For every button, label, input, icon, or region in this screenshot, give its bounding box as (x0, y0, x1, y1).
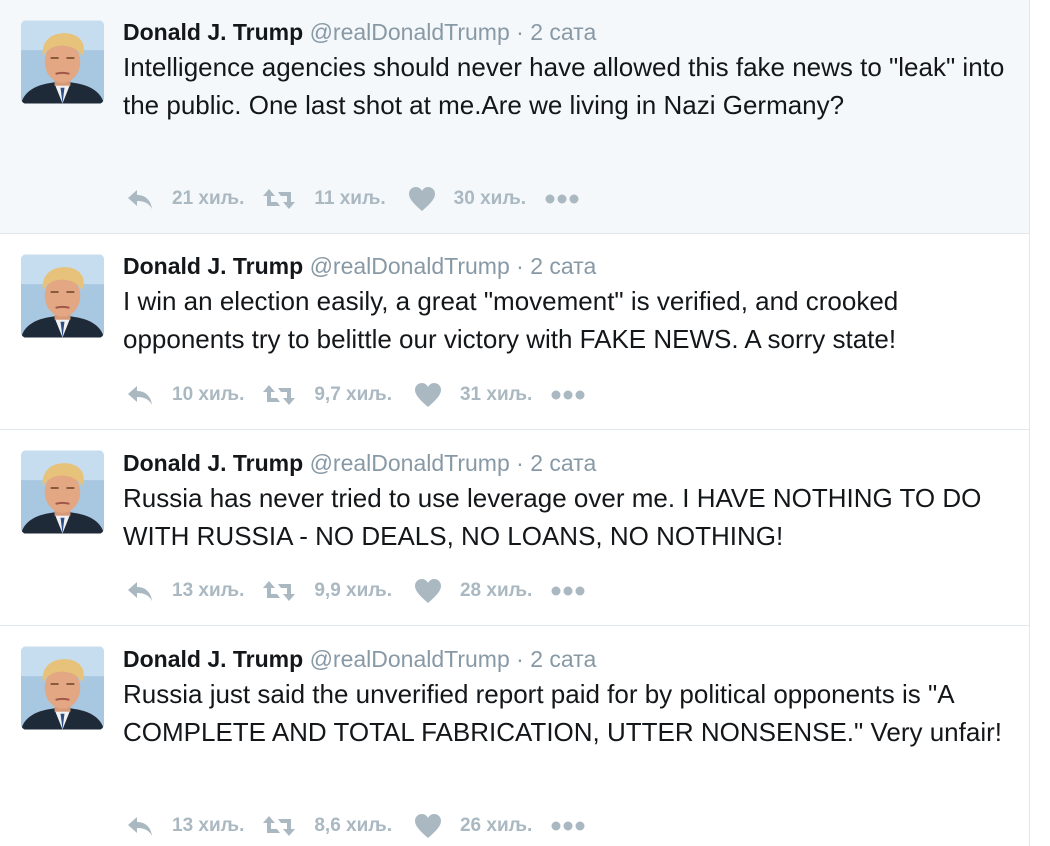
more-button[interactable] (550, 389, 586, 401)
separator: · (516, 646, 524, 672)
retweet-button[interactable]: 8,6 хиљ. (262, 814, 392, 838)
tweet[interactable]: Donald J. Trump @realDonaldTrump · 2 сат… (0, 626, 1029, 846)
retweet-button[interactable]: 11 хиљ. (262, 187, 386, 211)
timestamp[interactable]: 2 сата (530, 253, 596, 279)
tweet-header: Donald J. Trump @realDonaldTrump · 2 сат… (123, 253, 596, 279)
fullname[interactable]: Donald J. Trump (123, 450, 303, 476)
reply-count: 13 хиљ. (172, 815, 245, 836)
reply-button[interactable]: 10 хиљ. (126, 383, 244, 407)
more-icon (551, 821, 585, 831)
reply-count: 21 хиљ. (172, 188, 245, 209)
like-icon (408, 187, 435, 211)
retweet-count: 11 хиљ. (314, 188, 386, 209)
avatar[interactable] (21, 20, 104, 104)
more-icon (545, 194, 579, 204)
more-icon (551, 586, 585, 596)
reply-button[interactable]: 13 хиљ. (126, 579, 244, 603)
reply-icon (128, 817, 152, 836)
fullname[interactable]: Donald J. Trump (123, 253, 303, 279)
more-icon (551, 390, 585, 400)
like-button[interactable]: 28 хиљ. (414, 578, 532, 604)
username[interactable]: @realDonaldTrump (310, 646, 510, 672)
reply-button[interactable]: 13 хиљ. (126, 814, 244, 838)
tweet-actions: 13 хиљ. 9,9 хиљ. 28 хиљ. (126, 576, 586, 606)
tweet-text: Russia just said the unverified report p… (123, 679, 1002, 747)
reply-count: 13 хиљ. (172, 580, 245, 601)
like-button[interactable]: 30 хиљ. (408, 186, 526, 212)
reply-count: 10 хиљ. (172, 384, 245, 405)
retweet-count: 9,7 хиљ. (314, 384, 392, 405)
tweet-header: Donald J. Trump @realDonaldTrump · 2 сат… (123, 450, 596, 476)
tweet-actions: 10 хиљ. 9,7 хиљ. 31 хиљ. (126, 380, 586, 410)
like-icon (414, 814, 441, 838)
separator: · (516, 19, 524, 45)
like-icon (414, 579, 441, 603)
more-button[interactable] (544, 193, 580, 205)
reply-button[interactable]: 21 хиљ. (126, 187, 244, 211)
reply-icon (128, 582, 152, 601)
avatar[interactable] (21, 450, 104, 534)
like-icon (414, 383, 441, 407)
reply-icon (128, 190, 152, 209)
username[interactable]: @realDonaldTrump (310, 450, 510, 476)
like-button[interactable]: 26 хиљ. (414, 813, 532, 839)
avatar[interactable] (21, 254, 104, 338)
separator: · (516, 450, 524, 476)
tweet-header: Donald J. Trump @realDonaldTrump · 2 сат… (123, 646, 596, 672)
like-count: 28 хиљ. (459, 580, 533, 601)
retweet-count: 9,9 хиљ. (314, 580, 392, 601)
retweet-icon (263, 385, 296, 405)
retweet-button[interactable]: 9,9 хиљ. (262, 579, 392, 603)
retweet-count: 8,6 хиљ. (314, 815, 392, 836)
avatar[interactable] (21, 646, 104, 730)
like-count: 31 хиљ. (459, 384, 533, 405)
retweet-icon (263, 189, 296, 209)
tweet-actions: 21 хиљ. 11 хиљ. 30 хиљ. (126, 184, 580, 214)
timestamp[interactable]: 2 сата (530, 19, 596, 45)
like-count: 30 хиљ. (453, 188, 527, 209)
username[interactable]: @realDonaldTrump (310, 19, 510, 45)
separator: · (516, 253, 524, 279)
timestamp[interactable]: 2 сата (530, 646, 596, 672)
tweet-text: Intelligence agencies should never have … (123, 52, 1005, 120)
retweet-icon (263, 816, 296, 836)
tweet-header: Donald J. Trump @realDonaldTrump · 2 сат… (123, 19, 596, 45)
timestamp[interactable]: 2 сата (530, 450, 596, 476)
more-button[interactable] (550, 820, 586, 832)
timeline: Donald J. Trump @realDonaldTrump · 2 сат… (0, 0, 1030, 846)
tweet[interactable]: Donald J. Trump @realDonaldTrump · 2 сат… (0, 430, 1029, 626)
tweet[interactable]: Donald J. Trump @realDonaldTrump · 2 сат… (0, 234, 1029, 430)
tweet-actions: 13 хиљ. 8,6 хиљ. 26 хиљ. (126, 811, 586, 841)
fullname[interactable]: Donald J. Trump (123, 646, 303, 672)
more-button[interactable] (550, 585, 586, 597)
retweet-icon (263, 581, 296, 601)
tweet[interactable]: Donald J. Trump @realDonaldTrump · 2 сат… (0, 0, 1029, 234)
reply-icon (128, 386, 152, 405)
like-count: 26 хиљ. (459, 815, 533, 836)
like-button[interactable]: 31 хиљ. (414, 382, 532, 408)
tweet-text: I win an election easily, a great "movem… (123, 286, 899, 354)
fullname[interactable]: Donald J. Trump (123, 19, 303, 45)
tweet-text: Russia has never tried to use leverage o… (123, 483, 982, 551)
username[interactable]: @realDonaldTrump (310, 253, 510, 279)
retweet-button[interactable]: 9,7 хиљ. (262, 383, 392, 407)
